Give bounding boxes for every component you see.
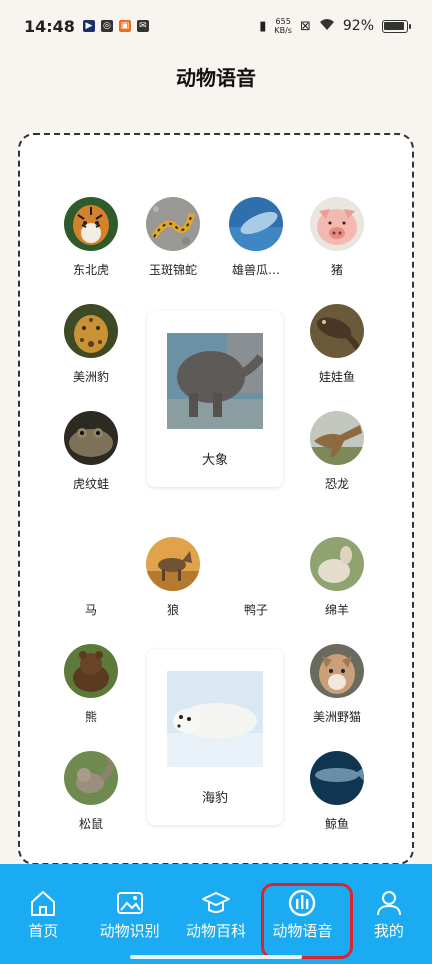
app-icon: ◎: [100, 20, 113, 32]
status-bar: 14:48 ▶ ◎ ▣ ✉ ▮ 655 KB/s ⊠ 92%: [0, 0, 432, 52]
animal-name: 马: [84, 603, 97, 617]
animal-jaguar[interactable]: 美洲豹: [51, 304, 131, 385]
snake-avatar: [146, 197, 200, 251]
squirrel-avatar: [64, 751, 118, 805]
animal-name: 东北虎: [72, 263, 109, 277]
animal-bear[interactable]: 熊: [51, 644, 131, 725]
animal-name: 虎纹蛙: [72, 477, 109, 491]
animal-name: 玉斑锦蛇: [148, 263, 197, 277]
elephant-photo: [167, 333, 263, 429]
card-seal[interactable]: 海豹: [147, 649, 283, 825]
jaguar-avatar: [64, 304, 118, 358]
animal-name: 美洲野猫: [312, 710, 361, 724]
sound-wave-icon: [287, 888, 317, 918]
card-name: 海豹: [201, 791, 228, 806]
status-time: 14:48: [24, 16, 75, 36]
play-app-icon: ▶: [82, 20, 95, 32]
card-elephant[interactable]: 大象: [147, 311, 283, 487]
animal-name: 恐龙: [324, 477, 349, 491]
page-title: 动物语音: [176, 66, 256, 90]
animal-lynx[interactable]: 美洲野猫: [297, 644, 377, 725]
home-icon: [28, 888, 58, 918]
nav-mine[interactable]: 我的: [346, 864, 432, 964]
animal-name: 猪: [330, 263, 343, 277]
network-speed-unit: KB/s: [274, 26, 292, 35]
lynx-avatar: [310, 644, 364, 698]
animal-sheep[interactable]: 绵羊: [297, 537, 377, 618]
bottom-nav: 首页 动物识别 动物百科 动物语音 我的: [0, 864, 432, 964]
nav-home-label: 首页: [28, 922, 59, 940]
fish-avatar: [229, 197, 283, 251]
animal-frog[interactable]: 虎纹蛙: [51, 411, 131, 492]
animal-whale[interactable]: 鲸鱼: [297, 751, 377, 832]
wifi-icon: [319, 17, 335, 35]
animal-fish[interactable]: 雄兽瓜…: [216, 197, 296, 278]
animal-snake[interactable]: 玉斑锦蛇: [133, 197, 213, 278]
animal-salamander[interactable]: 娃娃鱼: [297, 304, 377, 385]
seal-photo: [167, 671, 263, 767]
network-speed-value: 655: [275, 17, 291, 26]
sim-icon: ⊠: [299, 18, 311, 34]
whale-avatar: [310, 751, 364, 805]
card-name: 大象: [201, 453, 228, 468]
animal-pig[interactable]: 猪: [297, 197, 377, 278]
nav-recognize[interactable]: 动物识别: [86, 864, 172, 964]
vibrate-icon: ▮: [259, 18, 267, 34]
animal-tiger[interactable]: 东北虎: [51, 197, 131, 278]
pig-avatar: [310, 197, 364, 251]
home-indicator: [130, 955, 302, 959]
animal-name: 鸭子: [243, 603, 268, 617]
network-speed: 655 KB/s: [274, 17, 292, 35]
nav-recognize-label: 动物识别: [99, 922, 160, 940]
animal-name: 松鼠: [78, 817, 103, 831]
graduation-cap-icon: [201, 888, 231, 918]
animal-squirrel[interactable]: 松鼠: [51, 751, 131, 832]
animal-name: 美洲豹: [72, 370, 109, 384]
duck-avatar: [229, 537, 283, 591]
salamander-avatar: [310, 304, 364, 358]
animal-name: 鲸鱼: [324, 817, 349, 831]
animal-name: 狼: [166, 603, 179, 617]
dinosaur-avatar: [310, 411, 364, 465]
animal-name: 娃娃鱼: [318, 370, 355, 384]
nav-voice[interactable]: 动物语音: [259, 864, 354, 964]
image-scan-icon: [115, 888, 145, 918]
sheep-avatar: [310, 537, 364, 591]
animal-duck[interactable]: 鸭子: [216, 537, 296, 618]
user-icon: [374, 888, 404, 918]
animal-dinosaur[interactable]: 恐龙: [297, 411, 377, 492]
animal-name: 雄兽瓜…: [231, 263, 280, 277]
notification-app-icon: ▣: [118, 20, 131, 32]
horse-avatar: [64, 537, 118, 591]
nav-wiki-label: 动物百科: [186, 922, 247, 940]
animal-name: 熊: [84, 710, 97, 724]
message-icon: ✉: [136, 20, 149, 32]
bear-avatar: [64, 644, 118, 698]
nav-wiki[interactable]: 动物百科: [173, 864, 259, 964]
battery-icon: [382, 19, 411, 33]
animal-board: 东北虎 玉斑锦蛇 雄兽瓜… 猪 美洲豹 娃娃鱼 大象 虎纹蛙 恐龙 马 狼 鸭子…: [18, 133, 414, 865]
battery-percent: 92%: [342, 18, 374, 34]
wolf-avatar: [146, 537, 200, 591]
frog-avatar: [64, 411, 118, 465]
animal-name: 绵羊: [324, 603, 349, 617]
animal-wolf[interactable]: 狼: [133, 537, 213, 618]
tiger-avatar: [64, 197, 118, 251]
nav-mine-label: 我的: [373, 922, 404, 940]
nav-voice-label: 动物语音: [272, 922, 333, 940]
nav-home[interactable]: 首页: [0, 864, 86, 964]
animal-horse[interactable]: 马: [51, 537, 131, 618]
